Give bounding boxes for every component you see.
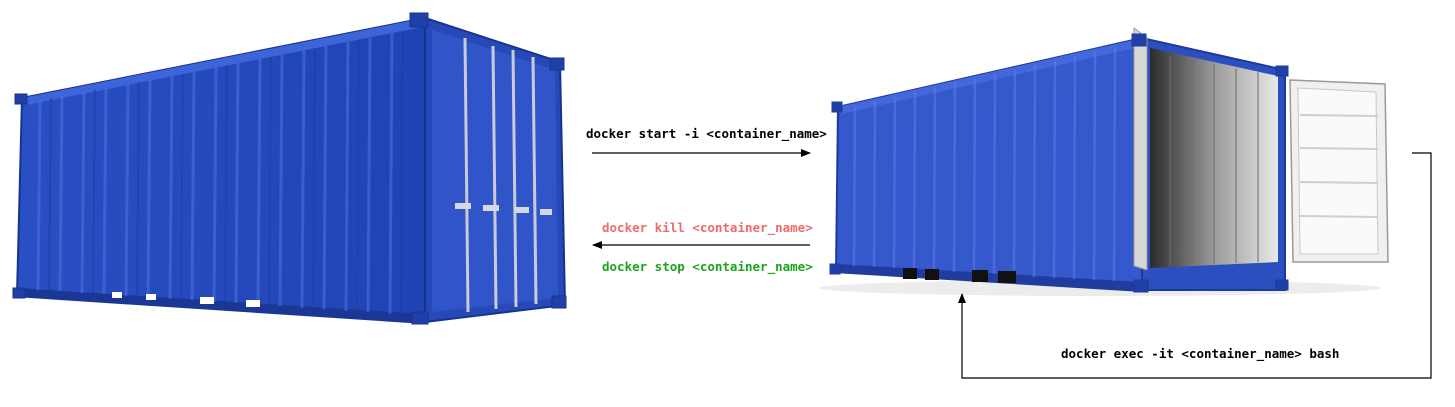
exec-command-label: docker exec -it <container_name> bash (1061, 346, 1340, 361)
stop-command-label: docker stop <container_name> (602, 259, 813, 274)
open-container-icon (820, 26, 1389, 296)
start-command-label: docker start -i <container_name> (586, 126, 827, 141)
kill-command-label: docker kill <container_name> (602, 220, 813, 235)
closed-container-icon (12, 12, 567, 325)
